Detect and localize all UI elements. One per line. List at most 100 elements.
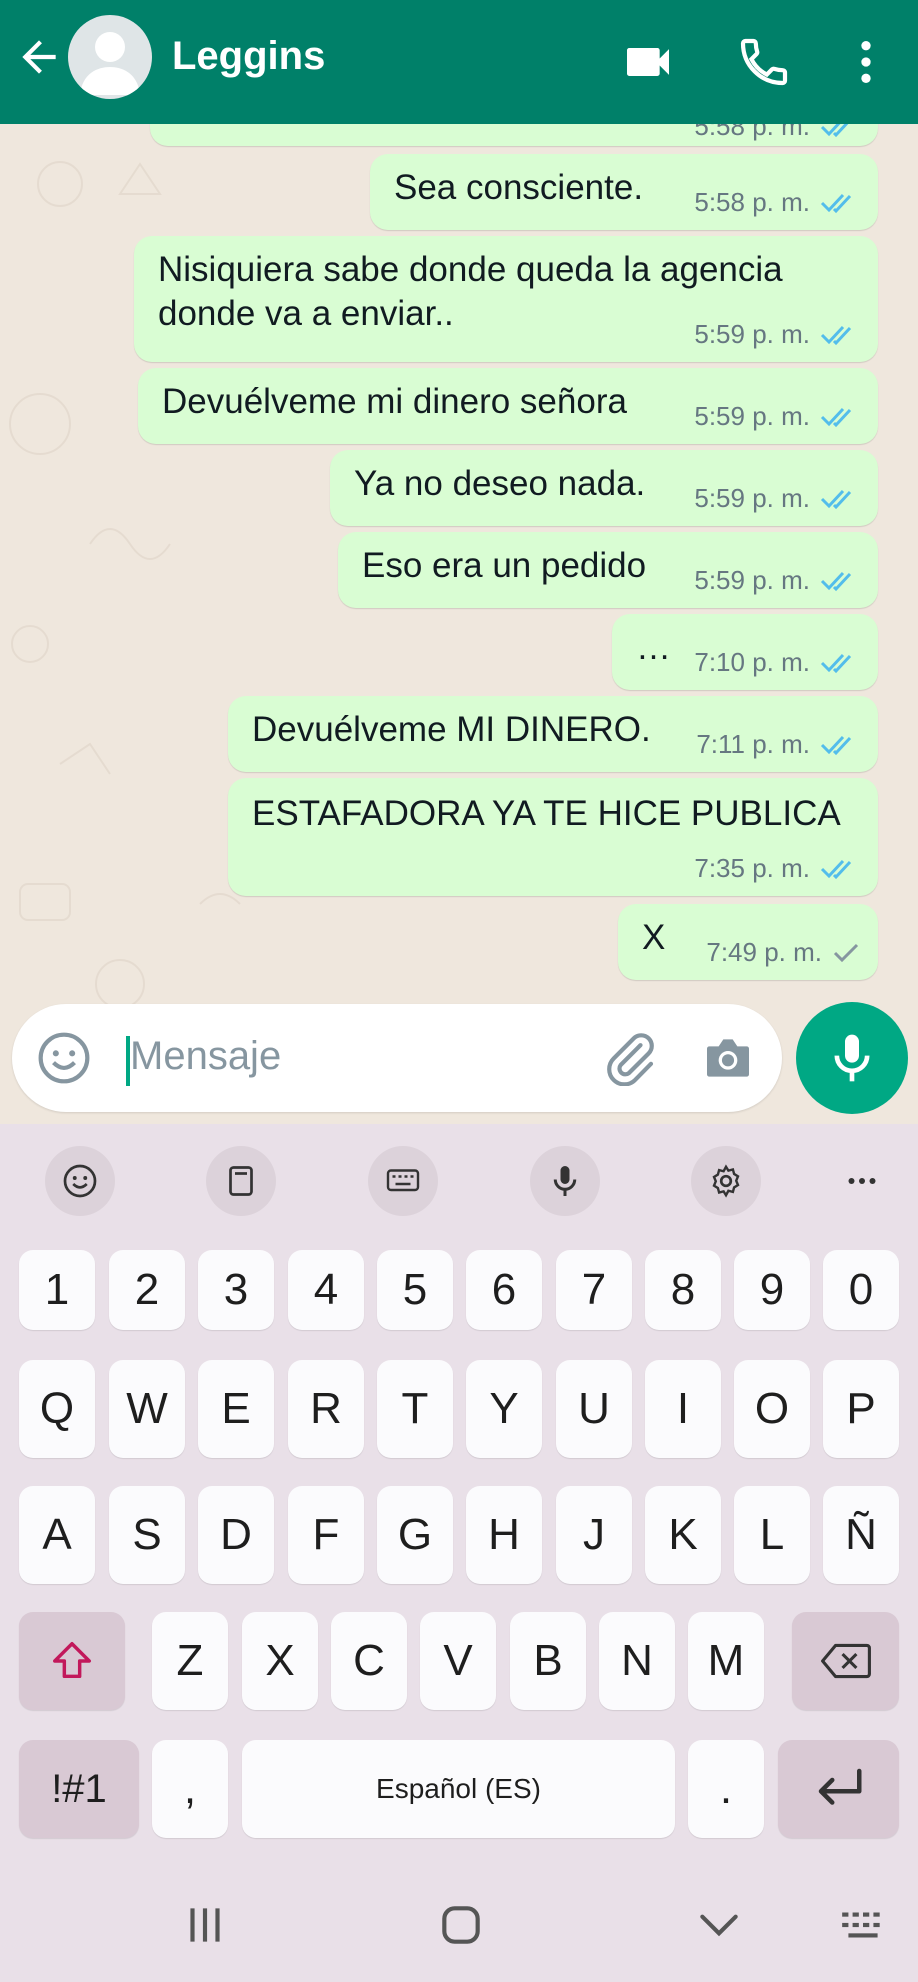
key[interactable]: 3: [198, 1250, 274, 1330]
clipboard-button[interactable]: [206, 1146, 276, 1216]
keyboard-emoji-button[interactable]: [45, 1146, 115, 1216]
message-bubble[interactable]: X 7:49 p. m.: [618, 904, 878, 980]
period-key[interactable]: .: [688, 1740, 764, 1838]
key[interactable]: S: [109, 1486, 185, 1584]
message-time: 5:59 p. m.: [694, 319, 810, 349]
key[interactable]: O: [734, 1360, 810, 1458]
message-bubble[interactable]: … 7:10 p. m.: [612, 614, 878, 690]
voice-input-icon: [553, 1166, 577, 1196]
backspace-icon: [820, 1643, 871, 1679]
contact-name[interactable]: Leggins: [172, 34, 325, 79]
message-bubble[interactable]: Devuélveme mi dinero señora 5:59 p. m.: [138, 368, 878, 444]
back-chevron-icon[interactable]: [694, 1900, 744, 1950]
phone-icon[interactable]: [736, 34, 792, 90]
camera-icon[interactable]: [700, 1030, 756, 1086]
more-vertical-icon[interactable]: [838, 34, 894, 90]
message-time: 5:59 p. m.: [694, 565, 810, 595]
settings-icon: [712, 1164, 740, 1198]
key[interactable]: U: [556, 1360, 632, 1458]
arrow-back-icon[interactable]: [14, 32, 64, 82]
message-text: X: [642, 918, 666, 957]
avatar[interactable]: [68, 15, 152, 99]
message-time: 7:11 p. m.: [696, 729, 810, 759]
backspace-key[interactable]: [792, 1612, 899, 1710]
emoji-icon[interactable]: [36, 1030, 92, 1086]
message-text: …: [636, 628, 671, 667]
key[interactable]: T: [377, 1360, 453, 1458]
video-call-icon[interactable]: [620, 34, 676, 90]
home-icon[interactable]: [436, 1900, 486, 1950]
key[interactable]: L: [734, 1486, 810, 1584]
key[interactable]: N: [599, 1612, 675, 1710]
key[interactable]: 2: [109, 1250, 185, 1330]
key[interactable]: 0: [823, 1250, 899, 1330]
comma-key[interactable]: ,: [152, 1740, 228, 1838]
key[interactable]: Z: [152, 1612, 228, 1710]
key[interactable]: Q: [19, 1360, 95, 1458]
symbols-key[interactable]: !#1: [19, 1740, 139, 1838]
key[interactable]: R: [288, 1360, 364, 1458]
key[interactable]: H: [466, 1486, 542, 1584]
emoji-icon: [63, 1164, 97, 1198]
key[interactable]: G: [377, 1486, 453, 1584]
key[interactable]: B: [510, 1612, 586, 1710]
key[interactable]: I: [645, 1360, 721, 1458]
key[interactable]: 6: [466, 1250, 542, 1330]
message-bubble[interactable]: Eso era un pedido 5:59 p. m.: [338, 532, 878, 608]
voice-input-button[interactable]: [530, 1146, 600, 1216]
key[interactable]: K: [645, 1486, 721, 1584]
recent-apps-icon[interactable]: [180, 1900, 230, 1950]
message-time: 5:59 p. m.: [694, 401, 810, 431]
keyboard-more-button[interactable]: [827, 1146, 897, 1216]
more-horizontal-icon: [848, 1178, 876, 1184]
keyboard-layout-button[interactable]: [368, 1146, 438, 1216]
double-check-icon: [820, 325, 852, 345]
double-check-icon: [820, 124, 848, 137]
message-input[interactable]: Mensaje: [130, 1034, 281, 1079]
key[interactable]: 8: [645, 1250, 721, 1330]
key[interactable]: F: [288, 1486, 364, 1584]
message-time: 7:10 p. m.: [694, 647, 810, 677]
key[interactable]: Y: [466, 1360, 542, 1458]
key[interactable]: V: [420, 1612, 496, 1710]
message-bubble-partial[interactable]: 5:58 p. m.: [150, 124, 878, 146]
space-key[interactable]: Español (ES): [242, 1740, 675, 1838]
key[interactable]: M: [688, 1612, 764, 1710]
message-time: 5:58 p. m.: [694, 124, 810, 141]
message-bubble[interactable]: ESTAFADORA YA TE HICE PUBLICA 7:35 p. m.: [228, 778, 878, 896]
key[interactable]: Ñ: [823, 1486, 899, 1584]
key[interactable]: X: [242, 1612, 318, 1710]
clipboard-icon: [229, 1166, 253, 1196]
message-bubble[interactable]: Nisiquiera sabe donde queda la agencia d…: [134, 236, 878, 362]
keyboard-settings-button[interactable]: [691, 1146, 761, 1216]
key[interactable]: J: [556, 1486, 632, 1584]
double-check-icon: [820, 193, 852, 213]
double-check-icon: [820, 735, 852, 755]
key[interactable]: 7: [556, 1250, 632, 1330]
message-bubble[interactable]: Devuélveme MI DINERO. 7:11 p. m.: [228, 696, 878, 772]
key[interactable]: 4: [288, 1250, 364, 1330]
double-check-icon: [820, 489, 852, 509]
key[interactable]: 9: [734, 1250, 810, 1330]
chat-area[interactable]: 5:58 p. m. Sea consciente. 5:58 p. m. Ni…: [0, 124, 918, 1124]
key[interactable]: 1: [19, 1250, 95, 1330]
key[interactable]: P: [823, 1360, 899, 1458]
keyboard-switch-icon[interactable]: [838, 1900, 888, 1950]
message-time: 5:58 p. m.: [694, 187, 810, 217]
double-check-icon: [820, 407, 852, 427]
single-check-icon: [833, 943, 859, 962]
key[interactable]: A: [19, 1486, 95, 1584]
message-text: ESTAFADORA YA TE HICE PUBLICA: [252, 794, 841, 833]
key[interactable]: W: [109, 1360, 185, 1458]
shift-key[interactable]: [19, 1612, 125, 1710]
message-bubble[interactable]: Sea consciente. 5:58 p. m.: [370, 154, 878, 230]
key[interactable]: C: [331, 1612, 407, 1710]
enter-key[interactable]: [778, 1740, 899, 1838]
voice-record-button[interactable]: [796, 1002, 908, 1114]
key[interactable]: E: [198, 1360, 274, 1458]
paperclip-icon[interactable]: [602, 1030, 658, 1086]
shift-icon: [53, 1642, 91, 1679]
key[interactable]: D: [198, 1486, 274, 1584]
key[interactable]: 5: [377, 1250, 453, 1330]
message-bubble[interactable]: Ya no deseo nada. 5:59 p. m.: [330, 450, 878, 526]
